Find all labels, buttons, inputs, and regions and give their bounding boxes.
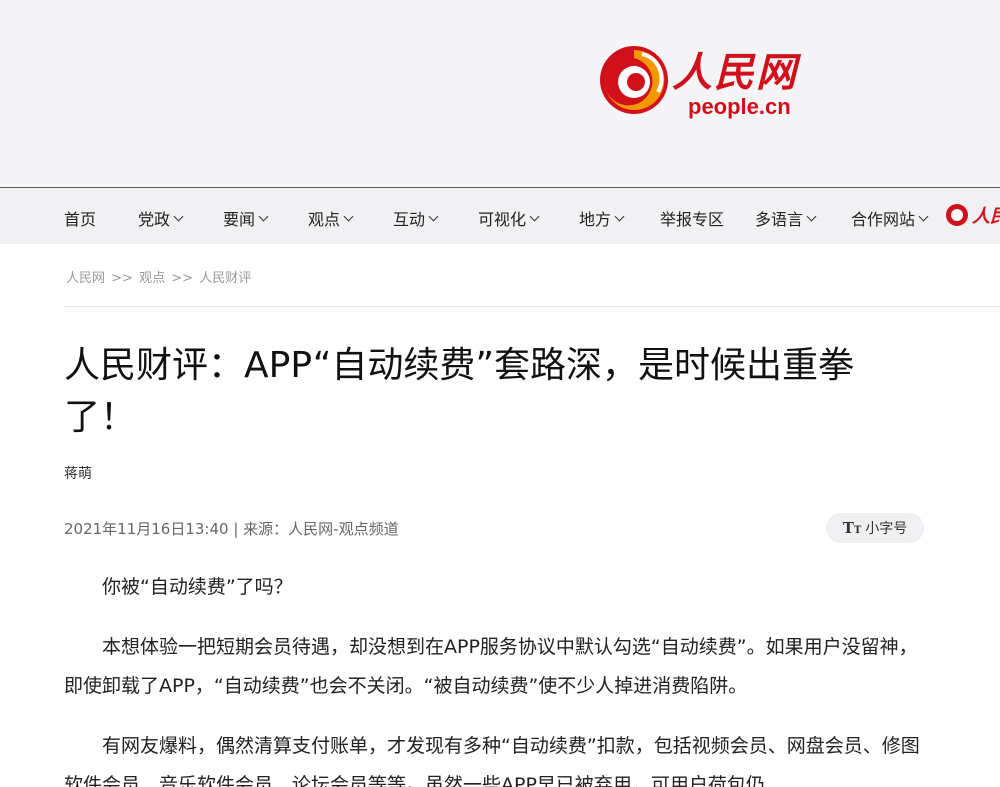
nav-item-home[interactable]: 首页 xyxy=(64,206,96,230)
breadcrumb-separator: >> xyxy=(171,271,194,286)
article-paragraph: 有网友爆料，偶然清算支付账单，才发现有多种“自动续费”扣款，包括视频会员、网盘会… xyxy=(64,735,920,787)
breadcrumb-separator: >> xyxy=(111,271,133,286)
chevron-down-icon xyxy=(428,211,439,221)
nav-item-report[interactable]: 举报专区 xyxy=(660,206,724,230)
nav-item-interaction[interactable]: 互动 xyxy=(393,206,439,230)
breadcrumb-link-home[interactable]: 人民网 xyxy=(66,271,105,286)
nav-label: 观点 xyxy=(308,210,341,229)
nav-label: 互动 xyxy=(393,210,426,229)
breadcrumb-link-opinion[interactable]: 观点 xyxy=(139,271,165,286)
nav-label: 多语言 xyxy=(755,210,804,229)
people-cn-logo[interactable]: 人民网 people.cn xyxy=(598,40,813,125)
nav-item-news[interactable]: 要闻 xyxy=(223,206,269,230)
people-logo-icon xyxy=(600,46,668,114)
nav-label: 地方 xyxy=(579,210,612,229)
article-paragraph: 你被“自动续费”了吗？ xyxy=(102,576,293,598)
nav-label: 首页 xyxy=(64,210,97,229)
chevron-down-icon xyxy=(806,211,817,221)
chevron-down-icon xyxy=(529,211,540,221)
breadcrumb-link-column[interactable]: 人民财评 xyxy=(199,271,251,286)
chevron-down-icon xyxy=(173,211,184,221)
article-body: 你被“自动续费”了吗？ 本想体验一把短期会员待遇，却没想到在APP服务协议中默认… xyxy=(64,568,926,787)
font-size-icon: TT xyxy=(842,519,862,537)
nav-item-local[interactable]: 地方 xyxy=(579,206,625,230)
main-nav: 首页 党政 要闻 观点 互动 可视化 地方 举报专区 多语言 合作网站 人民 xyxy=(0,187,1000,244)
article-title: 人民财评：APP“自动续费”套路深，是时候出重拳了！ xyxy=(64,345,855,438)
nav-people-logo[interactable]: 人民 xyxy=(946,202,1000,228)
nav-item-partners[interactable]: 合作网站 xyxy=(851,206,929,230)
nav-label: 举报专区 xyxy=(660,210,725,229)
nav-logo-text: 人民 xyxy=(972,206,1000,227)
logo-chinese-text: 人民网 xyxy=(672,49,798,96)
chevron-down-icon xyxy=(918,211,929,221)
article-meta: 2021年11月16日13:40 | 来源：人民网-观点频道 xyxy=(64,520,399,538)
chevron-down-icon xyxy=(343,211,354,221)
nav-item-visual[interactable]: 可视化 xyxy=(478,206,540,230)
people-logo-icon xyxy=(946,204,968,226)
nav-label: 党政 xyxy=(138,210,171,229)
divider xyxy=(64,306,1000,307)
chevron-down-icon xyxy=(614,211,625,221)
chevron-down-icon xyxy=(258,211,269,221)
nav-label: 合作网站 xyxy=(851,210,916,229)
article-author: 蒋萌 xyxy=(64,466,92,482)
nav-label: 要闻 xyxy=(223,210,256,229)
logo-english-text: people.cn xyxy=(688,94,791,119)
font-size-toggle-button[interactable]: TT 小字号 xyxy=(826,513,924,543)
top-banner: 人民网 people.cn xyxy=(0,0,1000,187)
font-size-toggle-label: 小字号 xyxy=(865,521,908,537)
breadcrumb: 人民网 >> 观点 >> 人民财评 xyxy=(66,267,253,286)
nav-item-languages[interactable]: 多语言 xyxy=(755,206,817,230)
nav-item-opinion[interactable]: 观点 xyxy=(308,206,354,230)
nav-label: 可视化 xyxy=(478,210,527,229)
article-paragraph: 本想体验一把短期会员待遇，却没想到在APP服务协议中默认勾选“自动续费”。如果用… xyxy=(64,636,918,697)
nav-item-party[interactable]: 党政 xyxy=(138,206,184,230)
